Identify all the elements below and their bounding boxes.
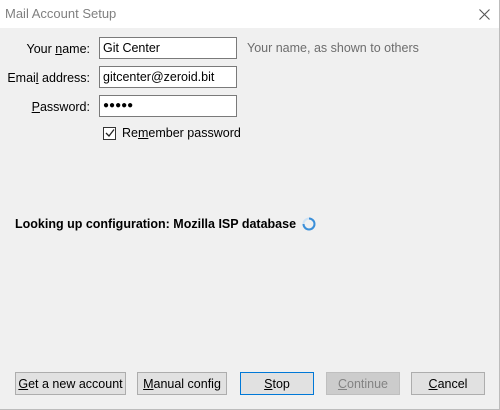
stop-button[interactable]: Stop [240,372,314,395]
manual-config-label: Manual config [143,376,221,391]
status-text: Looking up configuration: Mozilla ISP da… [15,217,297,231]
dialog-body: Your name: Git Center Your name, as show… [0,28,499,409]
status-message: Looking up configuration: Mozilla ISP da… [15,217,316,231]
cancel-label: Cancel [428,376,468,391]
loading-spinner-icon [302,217,316,231]
name-hint: Your name, as shown to others [247,41,419,55]
close-button[interactable] [469,0,499,28]
remember-password-label: Remember password [122,126,241,140]
password-input[interactable]: ●●●●● [99,95,237,117]
checkbox-box[interactable] [103,126,116,140]
cancel-button[interactable]: Cancel [411,372,485,395]
stop-label: Stop [264,376,290,391]
mail-account-setup-dialog: Mail Account Setup Your name: Git Center… [0,0,500,410]
checkmark-icon [105,129,115,137]
continue-label: Continue [337,376,389,391]
name-input[interactable]: Git Center [99,37,237,59]
password-label: Password: [31,100,90,114]
get-new-account-button[interactable]: Get a new account [15,372,126,395]
title-bar: Mail Account Setup [0,0,499,28]
continue-button[interactable]: Continue [326,372,400,395]
manual-config-button[interactable]: Manual config [137,372,227,395]
email-input[interactable]: gitcenter@zeroid.bit [99,66,237,88]
remember-password-checkbox[interactable]: Remember password [103,126,241,140]
name-label: Your name: [26,42,90,56]
email-label: Email address: [7,71,90,85]
get-new-account-label: Get a new account [18,376,123,391]
window-title: Mail Account Setup [5,6,117,21]
close-icon [478,8,490,20]
